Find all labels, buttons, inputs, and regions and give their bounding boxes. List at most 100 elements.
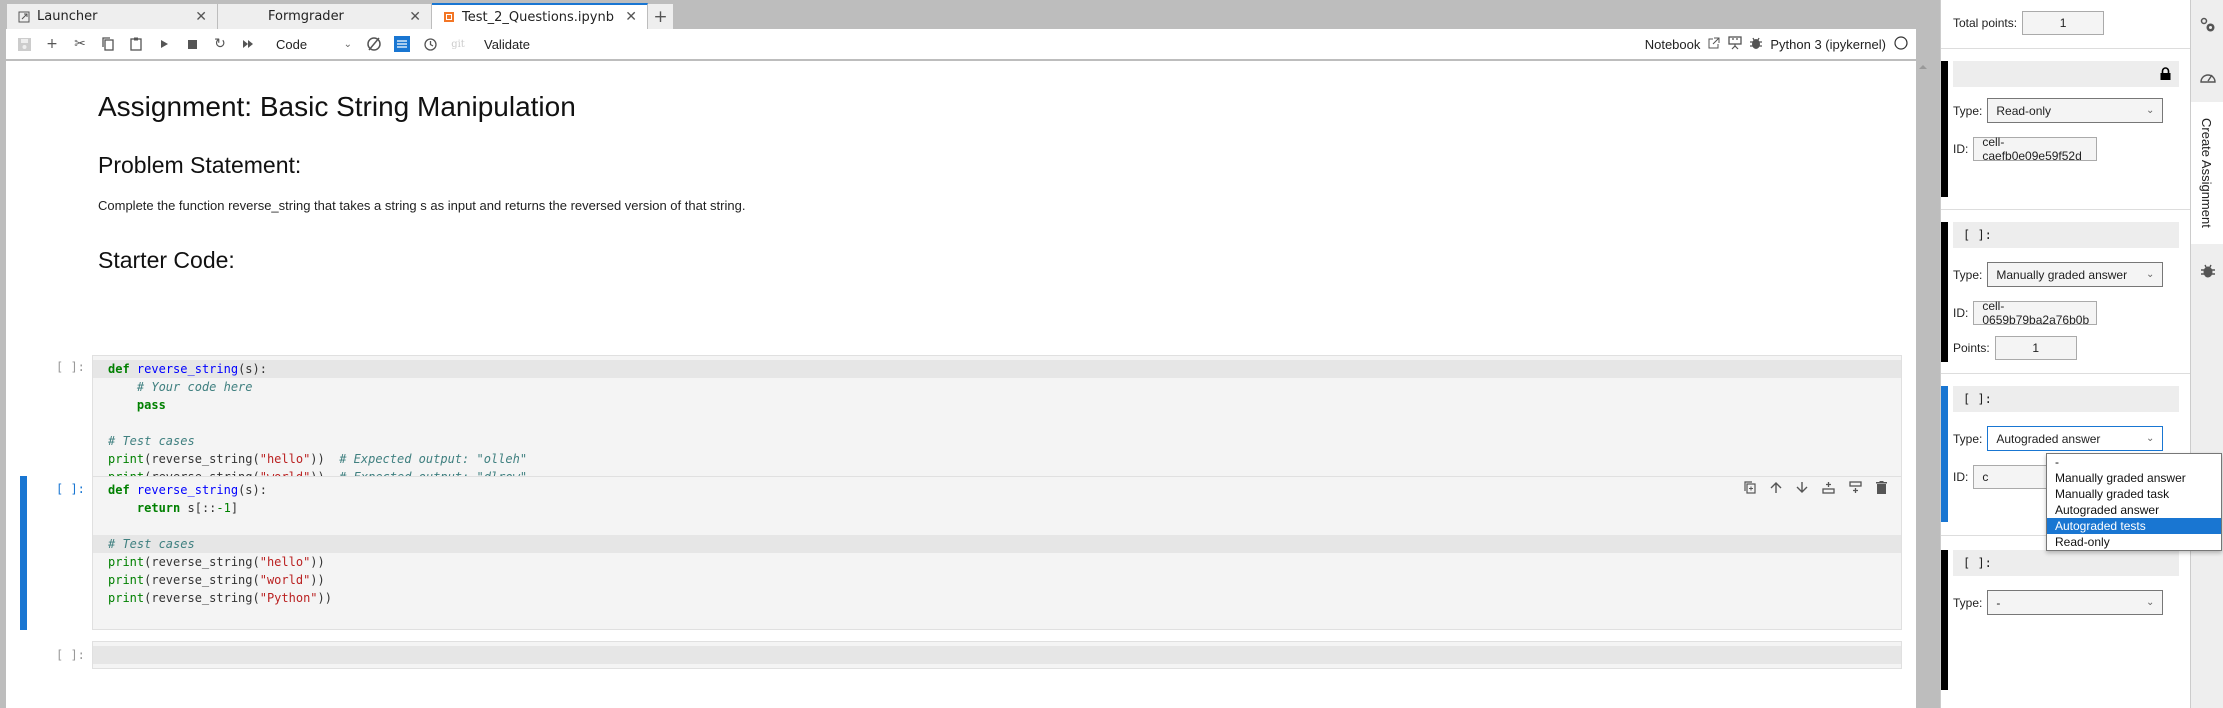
- delete-cell-icon[interactable]: [1876, 481, 1887, 498]
- create-assignment-panel: Total points: 1 Type: Read-only ⌄ ID: cel…: [1940, 0, 2191, 708]
- insert-below-icon[interactable]: [1849, 481, 1862, 498]
- code-line: print(reverse_string("world")): [108, 573, 325, 587]
- panel-cell[interactable]: [ ]: Type: - ⌄: [1941, 550, 2191, 690]
- code-line: def reverse_string(s):: [108, 483, 267, 497]
- divider: [1941, 209, 2191, 210]
- close-icon[interactable]: ✕: [195, 9, 207, 25]
- assignment-title: Assignment: Basic String Manipulation: [98, 91, 576, 122]
- divider: [1941, 48, 2191, 49]
- problem-heading: Problem Statement:: [98, 152, 302, 178]
- code-cell[interactable]: [ ]: v def reverse_string(s): # Your cod…: [6, 292, 1906, 529]
- cell-type-options[interactable]: - Manually graded answer Manually graded…: [2046, 453, 2222, 551]
- cell-type-dropdown[interactable]: - ⌄: [1987, 590, 2164, 615]
- scroll-up-arrow-icon[interactable]: [1919, 65, 1927, 69]
- panel-cell-header: [ ]:: [1953, 222, 2179, 248]
- code-cell-active[interactable]: [ ]: v def reverse_string(s): return s[:…: [6, 476, 1906, 631]
- close-icon[interactable]: ✕: [409, 9, 421, 25]
- code-editor[interactable]: [92, 641, 1902, 669]
- notebook-open-button[interactable]: Notebook: [1645, 37, 1701, 52]
- type-label: Type:: [1953, 595, 1983, 610]
- kernel-name[interactable]: Python 3 (ipykernel): [1770, 37, 1886, 52]
- cell-type-select[interactable]: Code ⌄: [270, 37, 358, 52]
- lock-icon[interactable]: [2160, 67, 2171, 83]
- cut-icon[interactable]: ✂: [68, 32, 92, 56]
- property-inspector-icon[interactable]: [390, 32, 414, 56]
- debugger-tab[interactable]: [2191, 246, 2223, 296]
- external-link-icon[interactable]: [1708, 37, 1720, 52]
- type-label: Type:: [1953, 103, 1983, 118]
- points-input[interactable]: 1: [1994, 336, 2077, 360]
- tab-label: Test_2_Questions.ipynb: [462, 9, 614, 25]
- cell-id-input[interactable]: cell-0659b79ba2a76b0b: [1973, 299, 2098, 327]
- code-line: # Test cases: [108, 434, 195, 448]
- validate-button[interactable]: Validate: [484, 37, 530, 52]
- right-sidebar-tabs: Create Assignment: [2190, 0, 2223, 708]
- cell-toolbar: [1744, 481, 1887, 498]
- option-autograded-answer[interactable]: Autograded answer: [2047, 502, 2221, 518]
- kernel-status-icon: [1894, 36, 1908, 53]
- id-label: ID:: [1953, 142, 1969, 156]
- launcher-icon: [17, 10, 31, 24]
- duplicate-cell-icon[interactable]: [1744, 481, 1756, 498]
- tab-label: Launcher: [37, 9, 98, 24]
- dashboard-tab[interactable]: [2191, 52, 2223, 102]
- points-label: Points:: [1953, 341, 1990, 355]
- save-icon[interactable]: [12, 32, 36, 56]
- option-none[interactable]: -: [2047, 454, 2221, 470]
- tab-notebook[interactable]: Test_2_Questions.ipynb ✕: [432, 3, 648, 29]
- cell-id-input[interactable]: cell-caefb0e09e59f52d: [1973, 135, 2098, 163]
- option-manually-graded-task[interactable]: Manually graded task: [2047, 486, 2221, 502]
- add-cell-icon[interactable]: +: [40, 32, 64, 56]
- property-inspector-tab[interactable]: [2191, 0, 2223, 50]
- chevron-down-icon: ⌄: [343, 38, 352, 50]
- insert-above-icon[interactable]: [1822, 481, 1835, 498]
- move-up-icon[interactable]: [1770, 481, 1782, 498]
- tab-label: Formgrader: [268, 9, 344, 24]
- tab-formgrader[interactable]: Formgrader ✕: [218, 4, 432, 29]
- code-line: print(reverse_string("hello")): [108, 555, 325, 569]
- cell-type-dropdown[interactable]: Manually graded answer ⌄: [1987, 262, 2164, 287]
- option-manually-graded-answer[interactable]: Manually graded answer: [2047, 470, 2221, 486]
- panel-cell[interactable]: Type: Read-only ⌄ ID: cell-caefb0e09e59f5…: [1941, 61, 2191, 197]
- code-line: print(reverse_string("Python")): [108, 591, 332, 605]
- cell-marker: [1941, 222, 1948, 362]
- clock-icon[interactable]: [418, 32, 442, 56]
- code-editor[interactable]: def reverse_string(s): return s[::-1] # …: [92, 476, 1902, 630]
- chevron-down-icon: ⌄: [2145, 269, 2155, 280]
- run-icon[interactable]: [152, 32, 176, 56]
- cell-type-value: Code: [276, 36, 308, 52]
- total-points-value: 1: [2022, 11, 2105, 35]
- git-icon[interactable]: git: [446, 32, 470, 56]
- cell-type-dropdown[interactable]: Autograded answer ⌄: [1987, 426, 2164, 451]
- stop-icon[interactable]: [180, 32, 204, 56]
- code-line: [93, 646, 1901, 664]
- cell-type-dropdown[interactable]: Read-only ⌄: [1987, 98, 2164, 123]
- panel-cell-header: [1953, 61, 2179, 87]
- run-all-icon[interactable]: [236, 32, 260, 56]
- paste-icon[interactable]: [124, 32, 148, 56]
- move-down-icon[interactable]: [1796, 481, 1808, 498]
- tab-bar: Launcher ✕ Formgrader ✕ Test_2_Questions…: [0, 0, 1920, 29]
- close-icon[interactable]: ✕: [625, 9, 637, 25]
- notebook-scrollbar[interactable]: [1916, 61, 1930, 708]
- copy-icon[interactable]: [96, 32, 120, 56]
- notebook-icon: [442, 10, 456, 24]
- format-icon[interactable]: [362, 32, 386, 56]
- restart-icon[interactable]: ↻: [208, 32, 232, 56]
- chevron-down-icon: ⌄: [2145, 433, 2155, 444]
- option-autograded-tests[interactable]: Autograded tests: [2047, 518, 2221, 534]
- id-label: ID:: [1953, 470, 1969, 484]
- panel-cell[interactable]: [ ]: Type: Manually graded answer ⌄ ID: c…: [1941, 222, 2191, 362]
- cell-prompt: [ ]:: [56, 648, 85, 662]
- toolbar-right: Notebook Python 3 (ipykernel): [1637, 29, 1908, 60]
- option-read-only[interactable]: Read-only: [2047, 534, 2221, 550]
- presentation-icon[interactable]: [1728, 36, 1743, 53]
- add-tab-button[interactable]: +: [648, 4, 673, 29]
- type-label: Type:: [1953, 431, 1983, 446]
- debug-icon[interactable]: [1750, 36, 1763, 53]
- code-line: return s[::-1]: [136, 501, 239, 515]
- divider: [1941, 373, 2191, 374]
- tab-launcher[interactable]: Launcher ✕: [7, 4, 218, 29]
- create-assignment-tab-label[interactable]: Create Assignment: [2199, 118, 2214, 228]
- code-cell[interactable]: [ ]:: [6, 641, 1906, 671]
